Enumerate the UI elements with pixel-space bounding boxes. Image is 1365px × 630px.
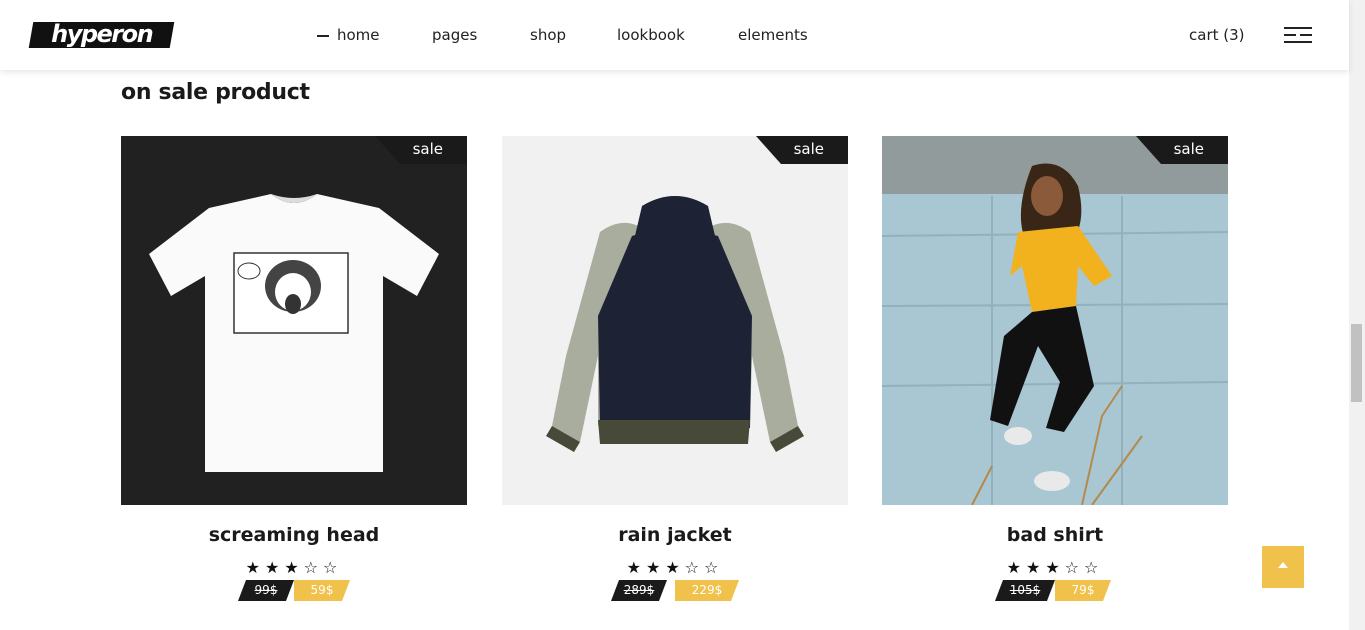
product-rating: ★★★☆☆ <box>245 558 343 577</box>
nav-home[interactable]: home <box>337 26 380 44</box>
product-prices: 105$ 79$ <box>882 580 1228 602</box>
product-prices: 99$ 59$ <box>121 580 467 602</box>
sale-price: 79$ <box>1055 580 1111 601</box>
section-title: on sale product <box>121 80 310 105</box>
old-price: 99$ <box>238 580 294 601</box>
nav-shop[interactable]: shop <box>530 26 566 44</box>
product-card[interactable]: sale screaming head ★★★☆☆ 99$ 59$ <box>121 136 467 505</box>
tshirt-image <box>121 136 467 505</box>
active-nav-indicator <box>317 35 329 37</box>
site-header: hyperon home pages shop lookbook element… <box>0 0 1349 70</box>
logo-text: hyperon <box>51 20 153 48</box>
sale-badge-label: sale <box>793 140 824 158</box>
nav-elements[interactable]: elements <box>738 26 808 44</box>
product-image[interactable]: sale <box>882 136 1228 505</box>
model-photo <box>882 136 1228 505</box>
old-price: 289$ <box>611 580 667 601</box>
back-to-top-button[interactable] <box>1262 546 1304 588</box>
product-card[interactable]: sale rain jacket ★★★☆☆ 289$ 229$ <box>502 136 848 505</box>
arrow-up-icon <box>1278 562 1288 568</box>
sale-badge-label: sale <box>1173 140 1204 158</box>
product-card[interactable]: sale bad shirt ★★★☆☆ 105$ 79$ <box>882 136 1228 505</box>
product-prices: 289$ 229$ <box>502 580 848 602</box>
product-image[interactable]: sale <box>502 136 848 505</box>
logo[interactable]: hyperon <box>28 20 175 48</box>
product-name[interactable]: bad shirt <box>882 524 1228 546</box>
sale-price: 229$ <box>675 580 739 601</box>
product-name[interactable]: rain jacket <box>502 524 848 546</box>
scrollbar[interactable] <box>1349 0 1365 630</box>
old-price: 105$ <box>995 580 1055 601</box>
sale-price: 59$ <box>294 580 350 601</box>
product-image[interactable]: sale <box>121 136 467 505</box>
jacket-image <box>502 136 848 505</box>
hamburger-menu-icon[interactable] <box>1284 27 1312 45</box>
nav-pages[interactable]: pages <box>432 26 477 44</box>
product-rating: ★★★☆☆ <box>626 558 724 577</box>
product-rating: ★★★☆☆ <box>1006 558 1104 577</box>
nav-lookbook[interactable]: lookbook <box>617 26 685 44</box>
cart-link[interactable]: cart (3) <box>1189 26 1245 44</box>
scrollbar-thumb[interactable] <box>1351 324 1362 402</box>
product-name[interactable]: screaming head <box>121 524 467 546</box>
sale-badge-label: sale <box>412 140 443 158</box>
